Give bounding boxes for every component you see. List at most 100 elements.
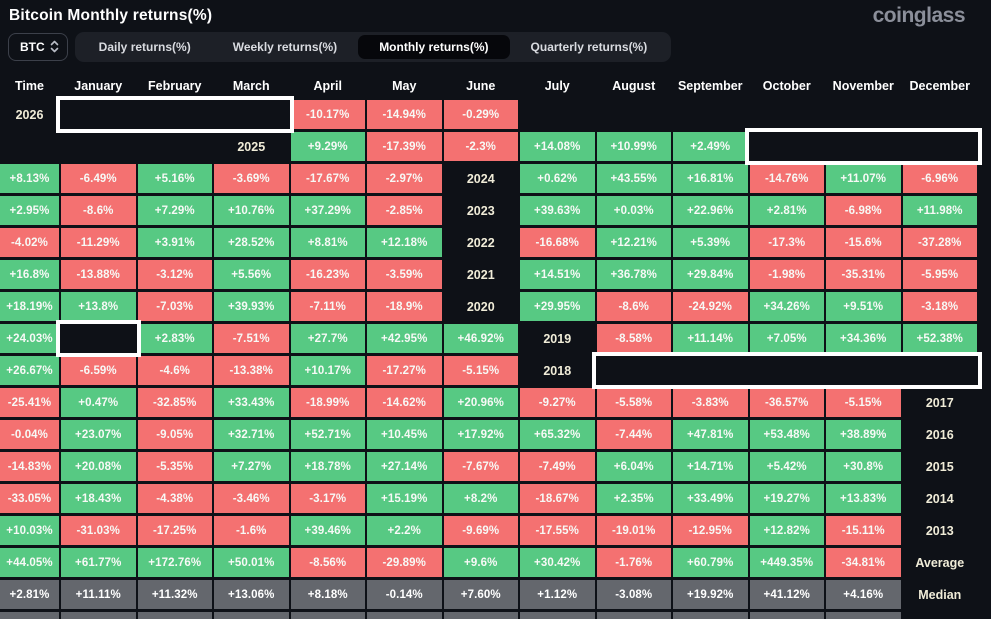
cell-2014-september: -19.01% bbox=[596, 516, 671, 545]
cell-2019-december: -5.15% bbox=[443, 356, 518, 385]
cell-2018-april: +33.43% bbox=[214, 388, 289, 417]
cell-2022-november: -16.23% bbox=[290, 260, 365, 289]
cell-2016-february: +20.08% bbox=[61, 452, 136, 481]
cell-2023-april: +2.81% bbox=[749, 196, 824, 225]
cell-2016-april: +7.27% bbox=[214, 452, 289, 481]
cell-2024-september: +7.29% bbox=[137, 196, 212, 225]
cell-2026-october bbox=[0, 132, 59, 161]
cell-2018-may: -18.99% bbox=[290, 388, 365, 417]
cell-2021-march: +29.84% bbox=[673, 260, 748, 289]
cell-2017-october: +47.81% bbox=[673, 420, 748, 449]
row-label-2024: 2024 bbox=[466, 171, 495, 186]
cell-2013-june: -29.89% bbox=[367, 548, 442, 577]
column-header-february: February bbox=[148, 79, 202, 93]
cell-2015-november: +19.27% bbox=[749, 484, 824, 513]
row-label-2016: 2016 bbox=[925, 427, 954, 442]
column-header-april: April bbox=[313, 79, 342, 93]
cell-2021-july: +18.19% bbox=[0, 292, 59, 321]
cell-2019-april: +34.36% bbox=[826, 324, 901, 353]
cell-2015-may: -3.17% bbox=[290, 484, 365, 513]
cell-2015-september: +2.35% bbox=[596, 484, 671, 513]
cell-2017-june: +10.45% bbox=[367, 420, 442, 449]
cell-average-july: +7.60% bbox=[443, 580, 518, 609]
cell-2023-november: +8.81% bbox=[290, 228, 365, 257]
cell-2016-december: +30.8% bbox=[826, 452, 901, 481]
cell-2020-august: +2.83% bbox=[137, 324, 212, 353]
cell-2018-december: -5.15% bbox=[826, 388, 901, 417]
cell-2016-august: -7.49% bbox=[520, 452, 595, 481]
row-label-2025: 2025 bbox=[237, 139, 266, 154]
cell-median-december: -2.97% bbox=[826, 612, 901, 619]
cell-2023-september: +3.91% bbox=[137, 228, 212, 257]
cell-2017-january: -0.04% bbox=[0, 420, 59, 449]
tab-daily-returns[interactable]: Daily returns(%) bbox=[78, 35, 212, 59]
cell-2014-november: +12.82% bbox=[749, 516, 824, 545]
symbol-select[interactable]: BTC bbox=[8, 32, 68, 61]
cell-2020-september: -7.51% bbox=[214, 324, 289, 353]
cell-median-june: +2.20% bbox=[367, 612, 442, 619]
row-label-2013: 2013 bbox=[925, 523, 954, 538]
cell-2022-august: -13.88% bbox=[61, 260, 136, 289]
tab-monthly-returns[interactable]: Monthly returns(%) bbox=[358, 34, 510, 59]
cell-2018-march: -32.85% bbox=[137, 388, 212, 417]
tab-weekly-returns[interactable]: Weekly returns(%) bbox=[212, 35, 358, 59]
cell-2016-may: +18.78% bbox=[290, 452, 365, 481]
cell-2017-march: -9.05% bbox=[137, 420, 212, 449]
cell-2025-february: -17.39% bbox=[367, 132, 442, 161]
cell-2014-october: -12.95% bbox=[673, 516, 748, 545]
cell-2017-february: +23.07% bbox=[61, 420, 136, 449]
topbar: Bitcoin Monthly returns(%) coinglass bbox=[0, 0, 991, 30]
cell-median-august: -7.49% bbox=[520, 612, 595, 619]
cell-2013-march: +172.76% bbox=[137, 548, 212, 577]
cell-2020-may: +9.51% bbox=[826, 292, 901, 321]
cell-average-february: +11.11% bbox=[61, 580, 136, 609]
cell-median-february: +11.68% bbox=[61, 612, 136, 619]
cell-2018-august: -9.27% bbox=[520, 388, 595, 417]
cell-average-december: +4.16% bbox=[826, 580, 901, 609]
cell-2024-october: +10.76% bbox=[214, 196, 289, 225]
tab-quarterly-returns[interactable]: Quarterly returns(%) bbox=[510, 35, 669, 59]
cell-2013-january: +44.05% bbox=[0, 548, 59, 577]
cell-2019-november: -17.27% bbox=[367, 356, 442, 385]
cell-2023-august: -11.29% bbox=[61, 228, 136, 257]
column-header-september: September bbox=[677, 79, 743, 93]
cell-2016-september: +6.04% bbox=[596, 452, 671, 481]
cell-2015-october: +33.49% bbox=[673, 484, 748, 513]
cell-2014-may: +39.46% bbox=[290, 516, 365, 545]
cell-2020-november: +42.95% bbox=[367, 324, 442, 353]
cell-2022-july: +16.8% bbox=[0, 260, 59, 289]
page-title: Bitcoin Monthly returns(%) bbox=[9, 7, 213, 24]
cell-2023-may: -6.98% bbox=[826, 196, 901, 225]
cell-2024-november: +37.29% bbox=[290, 196, 365, 225]
cell-2025-october: -3.69% bbox=[214, 164, 289, 193]
column-header-may: May bbox=[392, 79, 417, 93]
column-header-december: December bbox=[909, 79, 970, 93]
cell-2024-january: +0.62% bbox=[520, 164, 595, 193]
cell-2026-july bbox=[750, 100, 825, 129]
cell-2018-february: +0.47% bbox=[61, 388, 136, 417]
highlight-box-2019 bbox=[56, 320, 141, 357]
highlight-box-2018 bbox=[591, 352, 982, 389]
highlight-box-2026 bbox=[56, 96, 294, 133]
cell-median-january: +0.29% bbox=[0, 612, 59, 619]
column-header-july: July bbox=[544, 79, 570, 93]
cell-2025-december: -2.97% bbox=[367, 164, 442, 193]
cell-2022-september: -3.12% bbox=[137, 260, 212, 289]
cell-2021-august: +13.8% bbox=[61, 292, 136, 321]
cell-2021-october: +39.93% bbox=[214, 292, 289, 321]
updown-chevron-icon bbox=[50, 40, 59, 53]
cell-2013-october: +60.79% bbox=[673, 548, 748, 577]
cell-2021-november: -7.11% bbox=[290, 292, 365, 321]
cell-2013-august: +30.42% bbox=[520, 548, 595, 577]
cell-2018-june: -14.62% bbox=[367, 388, 442, 417]
cell-median-may: +9.51% bbox=[290, 612, 365, 619]
cell-median-july: +8.20% bbox=[443, 612, 518, 619]
cell-2025-november: -17.67% bbox=[290, 164, 365, 193]
column-header-march: March bbox=[232, 79, 270, 93]
cell-2014-march: -17.25% bbox=[137, 516, 212, 545]
cell-2013-september: -1.76% bbox=[596, 548, 671, 577]
cell-2016-july: -7.67% bbox=[443, 452, 518, 481]
cell-2025-september: +5.16% bbox=[137, 164, 212, 193]
cell-2018-november: -36.57% bbox=[749, 388, 824, 417]
cell-2025-august: -6.49% bbox=[61, 164, 136, 193]
